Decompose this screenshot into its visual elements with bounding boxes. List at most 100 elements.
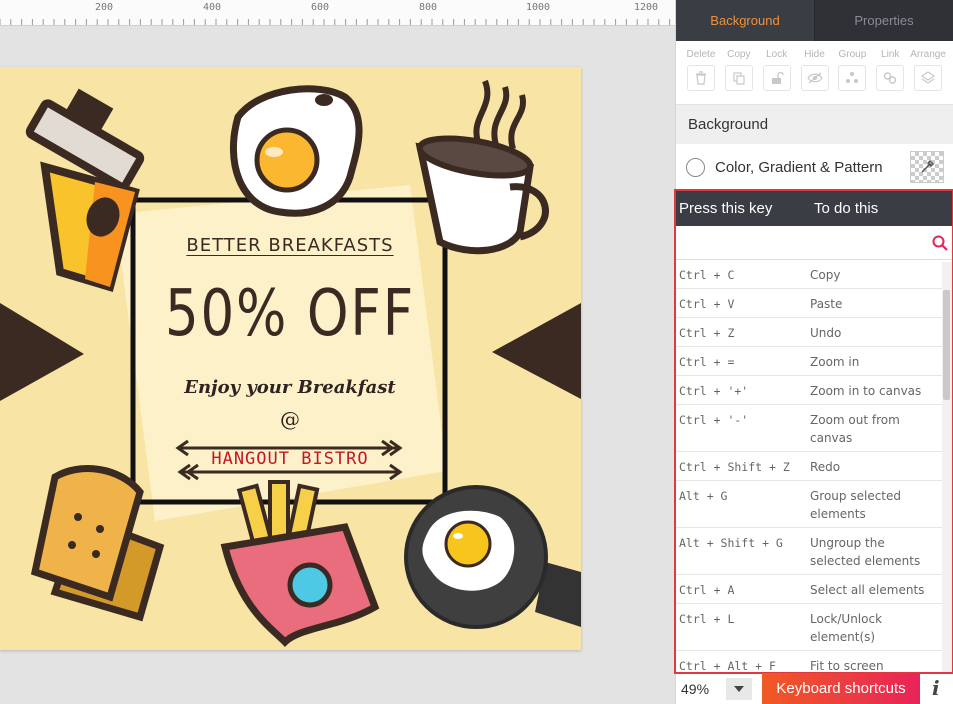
tool-label: Arrange	[910, 49, 946, 60]
table-row: Ctrl + '-' Zoom out from canvas	[676, 405, 942, 452]
tool-label: Hide	[804, 49, 825, 60]
canvas-area[interactable]: BETTER BREAKFASTS 50% OFF Enjoy your Bre…	[0, 26, 675, 704]
shortcut-key: Ctrl + '+'	[679, 384, 749, 398]
lock-icon	[762, 65, 791, 91]
left-triangle	[0, 303, 84, 401]
egg-illustration	[229, 85, 363, 217]
chevron-down-icon	[734, 686, 744, 692]
toast-illustration	[30, 465, 165, 622]
shortcut-key: Alt + Shift + G	[679, 536, 783, 550]
shortcut-key: Ctrl + Alt + F	[679, 659, 776, 673]
shortcut-action: Fit to screen	[810, 659, 884, 673]
group-button[interactable]: Group	[833, 49, 871, 104]
table-row: Alt + G Group selected elements	[676, 481, 942, 528]
element-toolbar: Delete Copy Lock Hide Group Link Arrange	[676, 41, 953, 105]
bg-option-label: Color, Gradient & Pattern	[715, 158, 883, 176]
shortcut-action: Group selected elements	[810, 489, 902, 521]
shortcut-action: Lock/Unlock element(s)	[810, 612, 883, 644]
shortcuts-col-key: Press this key	[679, 200, 773, 217]
arrange-button[interactable]: Arrange	[909, 49, 947, 104]
shortcuts-list[interactable]: Ctrl + C Copy Ctrl + V Paste Ctrl + Z Undo …	[676, 260, 952, 673]
hide-button[interactable]: Hide	[796, 49, 834, 104]
shortcut-action: Copy	[810, 268, 841, 282]
layers-icon	[914, 65, 943, 91]
poster-tagline[interactable]: Enjoy your Breakfast	[160, 377, 420, 398]
right-triangle	[492, 303, 581, 399]
shortcut-key: Ctrl + =	[679, 355, 735, 369]
poster-at-sign[interactable]: @	[260, 407, 320, 431]
ruler-label: 200	[94, 2, 114, 13]
info-icon[interactable]: i	[932, 676, 940, 700]
color-picker-swatch[interactable]	[910, 151, 944, 183]
tab-properties[interactable]: Properties	[815, 0, 953, 41]
table-row: Ctrl + = Zoom in	[676, 347, 942, 376]
eye-off-icon	[800, 65, 829, 91]
tool-label: Group	[838, 49, 867, 60]
shortcut-action: Ungroup the selected elements	[810, 536, 921, 568]
zoom-dropdown-button[interactable]	[726, 678, 752, 700]
ruler-label: 800	[418, 2, 438, 13]
ruler-label: 600	[310, 2, 330, 13]
editor-app: 200 400 600 800 1000 1200 BETTER BREAKFA…	[0, 0, 953, 704]
link-icon	[876, 65, 905, 91]
poster-offer[interactable]: 50% OFF	[152, 277, 428, 351]
zoom-level[interactable]: 49%	[676, 681, 726, 697]
scrollbar-thumb[interactable]	[943, 290, 950, 400]
lock-button[interactable]: Lock	[758, 49, 796, 104]
shortcut-key: Ctrl + '-'	[679, 413, 749, 427]
shortcut-action: Select all elements	[810, 583, 925, 597]
tool-label: Delete	[686, 49, 716, 60]
search-icon[interactable]	[928, 235, 952, 251]
table-row: Ctrl + '+' Zoom in to canvas	[676, 376, 942, 405]
shortcuts-header: Press this key To do this	[676, 191, 952, 226]
shortcut-key: Ctrl + C	[679, 268, 735, 282]
table-row: Ctrl + Z Undo	[676, 318, 942, 347]
shortcuts-search	[676, 226, 952, 260]
link-button[interactable]: Link	[871, 49, 909, 104]
bg-option-radio[interactable]	[686, 157, 705, 177]
panel-tabs: Background Properties	[676, 0, 953, 41]
tool-label: Copy	[727, 49, 751, 60]
shortcut-key: Ctrl + V	[679, 297, 735, 311]
shortcut-action: Paste	[810, 297, 843, 311]
shortcut-action: Redo	[810, 460, 841, 474]
poster-artwork	[0, 79, 581, 647]
ruler-label: 1200	[633, 2, 659, 13]
keyboard-shortcuts-panel: Press this key To do this Ctrl + C Copy C…	[674, 189, 953, 674]
poster-title[interactable]: BETTER BREAKFASTS	[160, 235, 420, 256]
shortcut-key: Alt + G	[679, 489, 728, 503]
table-row: Ctrl + C Copy	[676, 260, 942, 289]
table-row: Ctrl + V Paste	[676, 289, 942, 318]
delete-button[interactable]: Delete	[682, 49, 720, 104]
copy-icon	[724, 65, 753, 91]
tool-label: Lock	[766, 49, 788, 60]
group-icon	[838, 65, 867, 91]
shortcut-action: Zoom in to canvas	[810, 384, 922, 398]
poster-bistro-name[interactable]: HANGOUT BISTRO	[190, 449, 390, 469]
ruler-label: 400	[202, 2, 222, 13]
shortcut-action: Zoom out from canvas	[810, 413, 900, 445]
design-canvas[interactable]: BETTER BREAKFASTS 50% OFF Enjoy your Bre…	[0, 67, 581, 650]
background-section-header: Background	[676, 105, 953, 144]
table-row: Ctrl + Shift + Z Redo	[676, 452, 942, 481]
keyboard-shortcuts-button[interactable]: Keyboard shortcuts	[762, 673, 920, 704]
shortcut-action: Zoom in	[810, 355, 860, 369]
eyedropper-icon	[921, 160, 934, 173]
pan-illustration	[404, 485, 581, 629]
table-row: Ctrl + Alt + F Fit to screen	[676, 651, 942, 673]
fries-illustration	[220, 480, 380, 647]
shortcut-search-input[interactable]	[676, 227, 928, 258]
mug-illustration	[415, 79, 549, 255]
table-row: Alt + Shift + G Ungroup the selected elem…	[676, 528, 942, 575]
shortcuts-scrollbar[interactable]	[942, 262, 952, 672]
bg-color-option[interactable]: Color, Gradient & Pattern	[676, 144, 953, 190]
shortcut-key: Ctrl + Z	[679, 326, 735, 340]
table-row: Ctrl + A Select all elements	[676, 575, 942, 604]
shortcut-action: Undo	[810, 326, 842, 340]
table-row: Ctrl + L Lock/Unlock element(s)	[676, 604, 942, 651]
tool-label: Link	[881, 49, 900, 60]
copy-button[interactable]: Copy	[720, 49, 758, 104]
ruler-label: 1000	[525, 2, 551, 13]
shortcut-key: Ctrl + L	[679, 612, 735, 626]
tab-background[interactable]: Background	[676, 0, 815, 41]
